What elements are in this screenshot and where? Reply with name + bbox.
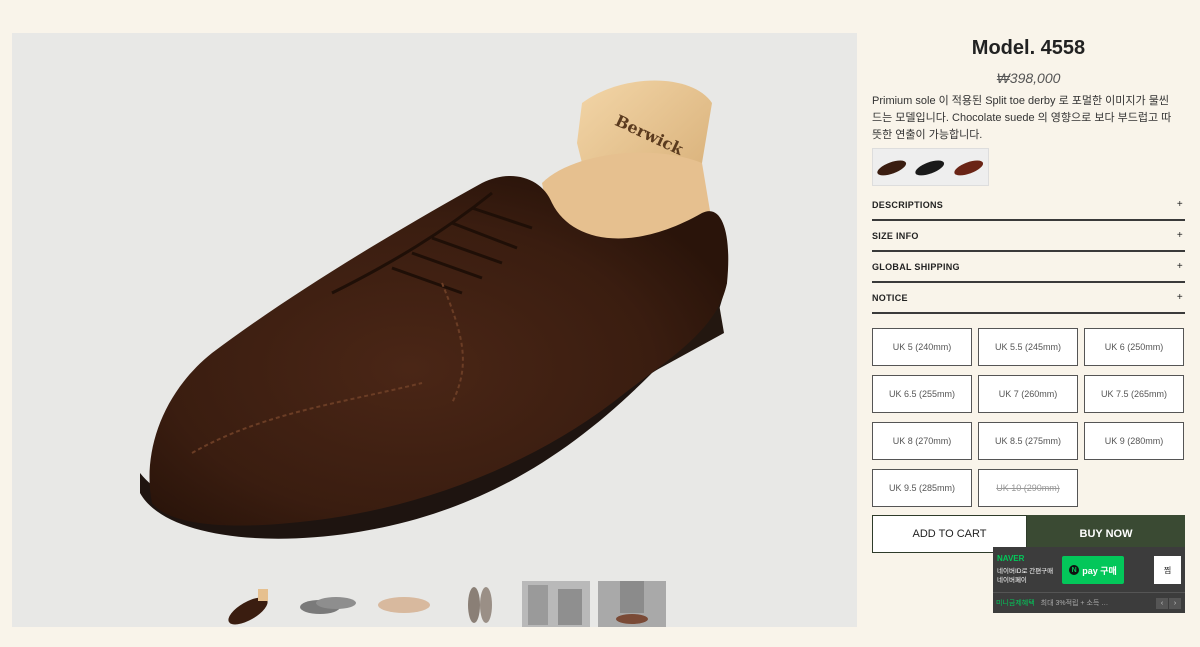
info-accordion: DESCRIPTIONS + SIZE INFO + GLOBAL SHIPPI… bbox=[872, 190, 1185, 314]
thumbnail-4[interactable] bbox=[446, 581, 514, 627]
naver-pay-name: 네이버페이 bbox=[997, 577, 1027, 584]
accordion-label: NOTICE bbox=[872, 292, 908, 303]
naver-pay-button[interactable]: N pay 구매 bbox=[1062, 556, 1124, 584]
size-option[interactable]: UK 7.5 (265mm) bbox=[1084, 375, 1184, 413]
swatch-brown[interactable] bbox=[873, 149, 911, 185]
plus-icon: + bbox=[1176, 199, 1183, 210]
thumbnail-2[interactable] bbox=[294, 581, 362, 627]
accordion-global-shipping[interactable]: GLOBAL SHIPPING + bbox=[872, 252, 1185, 283]
plus-icon: + bbox=[1176, 230, 1183, 241]
thumbnail-3[interactable] bbox=[370, 581, 438, 627]
naver-promo-detail: 최대 3%적립 + 소득 … bbox=[1040, 600, 1109, 607]
product-title: Model. 4558 bbox=[971, 37, 1086, 59]
wishlist-button[interactable]: 찜 bbox=[1154, 556, 1181, 584]
naver-n-icon: N bbox=[1069, 565, 1080, 575]
accordion-label: SIZE INFO bbox=[872, 230, 919, 241]
chevron-right-icon[interactable]: › bbox=[1169, 598, 1181, 609]
size-option[interactable]: UK 6 (250mm) bbox=[1084, 328, 1184, 366]
thumbnail-strip bbox=[218, 581, 666, 627]
size-option[interactable]: UK 7 (260mm) bbox=[978, 375, 1078, 413]
size-option[interactable]: UK 6.5 (255mm) bbox=[872, 375, 972, 413]
product-gallery: Berwick bbox=[12, 33, 857, 627]
main-product-image[interactable]: Berwick bbox=[12, 33, 857, 603]
plus-icon: + bbox=[1176, 292, 1183, 303]
size-option[interactable]: UK 8.5 (275mm) bbox=[978, 422, 1078, 460]
product-detail: Model. 4558 ₩398,000 Primium sole 이 적용된 … bbox=[872, 33, 1185, 553]
size-option[interactable]: UK 5.5 (245mm) bbox=[978, 328, 1078, 366]
naver-promo-bar: 미니금제혜택 최대 3%적립 + 소득 … ‹ › bbox=[993, 592, 1185, 613]
accordion-label: GLOBAL SHIPPING bbox=[872, 261, 960, 272]
naver-pay-widget: NAVER 네이버ID로 간편구매 네이버페이 N pay 구매 찜 미니금제혜… bbox=[993, 547, 1185, 613]
plus-icon: + bbox=[1176, 261, 1183, 272]
thumbnail-5[interactable] bbox=[522, 581, 590, 627]
size-option[interactable]: UK 5 (240mm) bbox=[872, 328, 972, 366]
accordion-label: DESCRIPTIONS bbox=[872, 199, 944, 210]
naver-promo-title: 미니금제혜택 bbox=[996, 600, 1035, 607]
thumbnail-1[interactable] bbox=[218, 581, 286, 627]
accordion-descriptions[interactable]: DESCRIPTIONS + bbox=[872, 190, 1185, 221]
size-option-soldout: UK 10 (290mm) bbox=[978, 469, 1078, 507]
product-price: ₩398,000 bbox=[996, 70, 1061, 86]
size-option[interactable]: UK 9.5 (285mm) bbox=[872, 469, 972, 507]
promo-nav: ‹ › bbox=[1156, 598, 1181, 609]
naver-pay-label: pay 구매 bbox=[1082, 565, 1117, 576]
size-option[interactable]: UK 9 (280mm) bbox=[1084, 422, 1184, 460]
accordion-notice[interactable]: NOTICE + bbox=[872, 283, 1185, 314]
size-selector: UK 5 (240mm) UK 5.5 (245mm) UK 6 (250mm)… bbox=[872, 328, 1185, 507]
thumbnail-6[interactable] bbox=[598, 581, 666, 627]
swatch-burgundy[interactable] bbox=[950, 149, 988, 185]
swatch-black[interactable] bbox=[911, 149, 949, 185]
accordion-size-info[interactable]: SIZE INFO + bbox=[872, 221, 1185, 252]
color-swatches bbox=[872, 148, 989, 186]
naver-logo: NAVER bbox=[997, 554, 1025, 563]
product-description: Primium sole 이 적용된 Split toe derby 로 포멀한… bbox=[872, 95, 1172, 141]
chevron-left-icon[interactable]: ‹ bbox=[1156, 598, 1168, 609]
size-option[interactable]: UK 8 (270mm) bbox=[872, 422, 972, 460]
